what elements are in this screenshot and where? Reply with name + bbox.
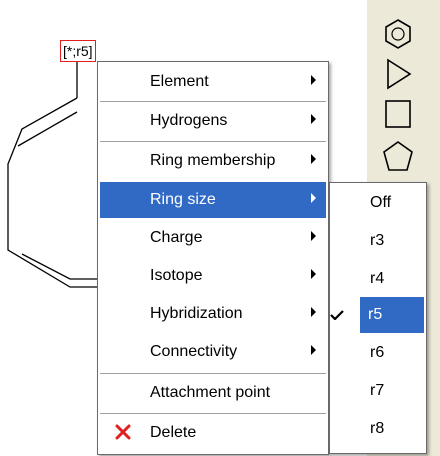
menu-item-label: Element <box>150 73 209 90</box>
triangle-icon[interactable] <box>376 56 420 92</box>
submenu-arrow-icon <box>311 307 316 317</box>
submenu-item-label: r7 <box>370 382 385 399</box>
ring-size-submenu: Off r3 r4 r5 r6 r7 r8 <box>329 182 427 454</box>
submenu-arrow-icon <box>311 345 316 355</box>
submenu-item-label: r4 <box>370 270 385 287</box>
submenu-item-r7[interactable]: r7 <box>332 373 424 409</box>
menu-item-label: Connectivity <box>150 343 238 360</box>
ring-inner-bond <box>17 111 78 147</box>
submenu-item-label: Off <box>370 194 392 211</box>
submenu-arrow-icon <box>311 75 316 85</box>
pentagon-icon[interactable] <box>376 138 420 174</box>
submenu-arrow-icon <box>311 193 316 203</box>
menu-item-label: Attachment point <box>150 384 271 401</box>
submenu-arrow-icon <box>311 114 316 124</box>
menu-item-ring-membership[interactable]: Ring membership <box>100 143 326 179</box>
menu-item-label: Hybridization <box>150 305 243 322</box>
menu-separator <box>100 101 326 102</box>
submenu-arrow-icon <box>311 231 316 241</box>
menu-item-ring-size[interactable]: Ring size <box>100 182 326 218</box>
menu-item-element[interactable]: Element <box>100 64 326 100</box>
submenu-item-r3[interactable]: r3 <box>332 223 424 259</box>
submenu-item-r8[interactable]: r8 <box>332 411 424 447</box>
benzene-ring-icon[interactable] <box>376 16 420 52</box>
checkmark-icon <box>330 310 344 320</box>
menu-separator <box>100 413 326 414</box>
query-atom-text: [*;r5] <box>63 43 93 59</box>
submenu-item-label: r5 <box>368 306 383 323</box>
menu-item-hydrogens[interactable]: Hydrogens <box>100 103 326 139</box>
menu-item-connectivity[interactable]: Connectivity <box>100 334 326 370</box>
menu-item-label: Delete <box>150 424 197 441</box>
menu-item-label: Isotope <box>150 267 203 284</box>
submenu-item-r5[interactable]: r5 <box>330 297 424 333</box>
submenu-item-label: r6 <box>370 344 385 361</box>
submenu-item-label: r3 <box>370 232 385 249</box>
ring-inner-bond-lower <box>21 253 97 280</box>
red-x-icon <box>115 424 131 440</box>
submenu-item-off[interactable]: Off <box>332 185 424 221</box>
menu-item-label: Hydrogens <box>150 112 228 129</box>
menu-item-delete[interactable]: Delete <box>100 415 326 451</box>
query-atom-label[interactable]: [*;r5] <box>60 40 96 62</box>
atom-context-menu: Element Hydrogens Ring membership Ring s… <box>97 61 329 455</box>
menu-item-label: Ring membership <box>150 152 276 169</box>
submenu-item-r6[interactable]: r6 <box>332 335 424 371</box>
submenu-arrow-icon <box>311 269 316 279</box>
menu-separator <box>100 141 326 142</box>
menu-item-label: Ring size <box>150 191 216 208</box>
submenu-item-label: r8 <box>370 420 385 437</box>
menu-item-attachment-point[interactable]: Attachment point <box>100 375 326 411</box>
submenu-arrow-icon <box>311 154 316 164</box>
menu-item-charge[interactable]: Charge <box>100 220 326 256</box>
square-icon[interactable] <box>376 96 420 132</box>
menu-item-hybridization[interactable]: Hybridization <box>100 296 326 332</box>
menu-item-isotope[interactable]: Isotope <box>100 258 326 294</box>
menu-separator <box>100 373 326 374</box>
menu-item-label: Charge <box>150 229 203 246</box>
submenu-item-r4[interactable]: r4 <box>332 261 424 297</box>
